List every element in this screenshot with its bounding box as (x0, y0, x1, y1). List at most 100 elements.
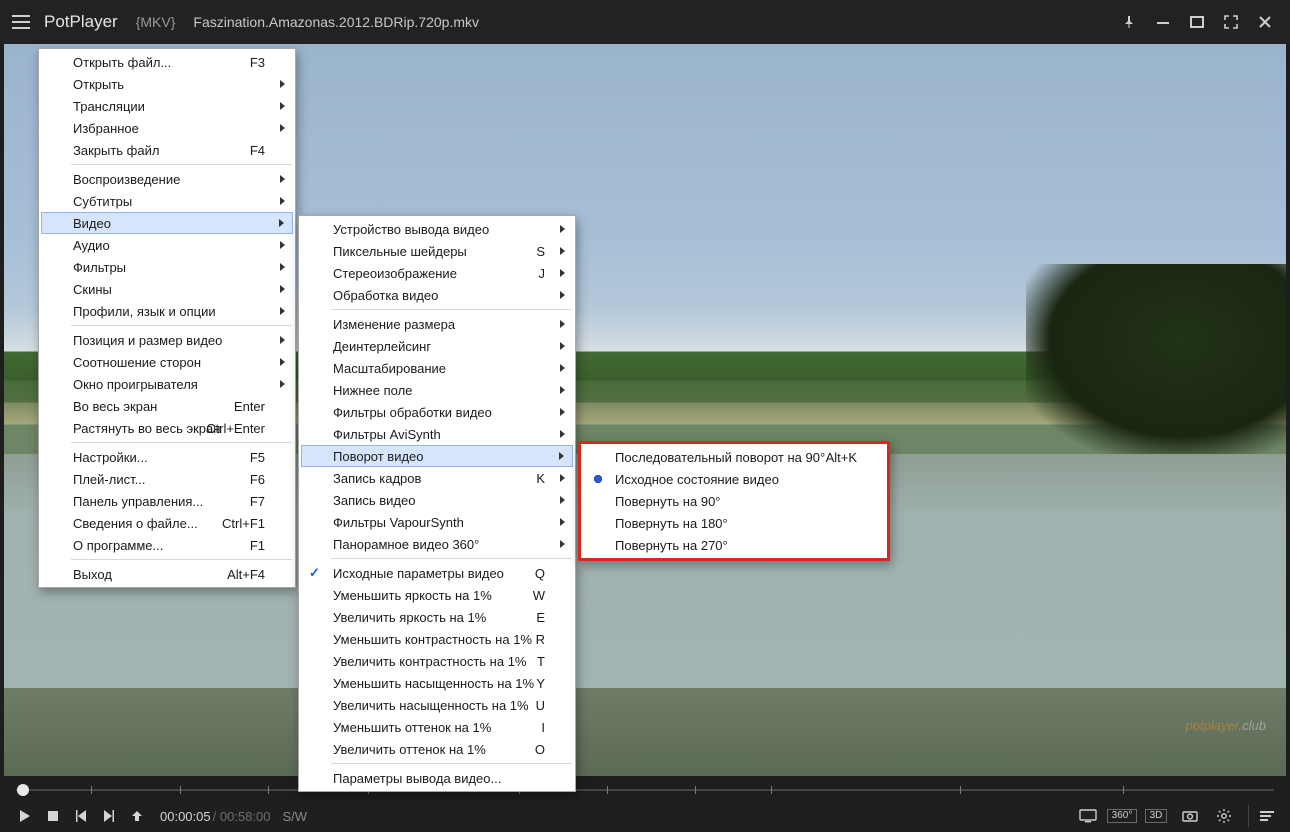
menu-item[interactable]: Открыть файл...F3 (41, 51, 293, 73)
menu-item[interactable]: Аудио (41, 234, 293, 256)
screen-icon[interactable] (1074, 805, 1102, 827)
menu-item[interactable]: Запись видео (301, 489, 573, 511)
open-button[interactable] (126, 805, 148, 827)
menu-item[interactable]: Устройство вывода видео (301, 218, 573, 240)
menu-item[interactable]: Трансляции (41, 95, 293, 117)
menu-shortcut: R (536, 632, 545, 647)
menu-item[interactable]: Плей-лист...F6 (41, 468, 293, 490)
menu-item[interactable]: Уменьшить насыщенность на 1%Y (301, 672, 573, 694)
menu-item[interactable]: Увеличить яркость на 1%E (301, 606, 573, 628)
menu-item[interactable]: Закрыть файлF4 (41, 139, 293, 161)
menu-item[interactable]: Пиксельные шейдерыS (301, 240, 573, 262)
menu-item[interactable]: Повернуть на 90° (583, 490, 885, 512)
menu-item[interactable]: Воспроизведение (41, 168, 293, 190)
menu-item[interactable]: Фильтры обработки видео (301, 401, 573, 423)
menu-item-label: Видео (73, 216, 111, 231)
prev-button[interactable] (70, 805, 92, 827)
menu-item[interactable]: Окно проигрывателя (41, 373, 293, 395)
menu-item[interactable]: Уменьшить контрастность на 1%R (301, 628, 573, 650)
pin-icon[interactable] (1116, 9, 1142, 35)
menu-item[interactable]: Поворот видео (301, 445, 573, 467)
submenu-arrow-icon (560, 269, 565, 277)
menu-item-label: Уменьшить насыщенность на 1% (333, 676, 534, 691)
menu-item[interactable]: О программе... F1 (41, 534, 293, 556)
menu-item-label: Параметры вывода видео... (333, 771, 501, 786)
control-bar: 00:00:05 / 00:58:00 S/W 360° 3D (4, 800, 1286, 832)
seek-bar[interactable] (4, 780, 1286, 800)
menu-item[interactable]: Профили, язык и опции (41, 300, 293, 322)
menu-item[interactable]: Повернуть на 180° (583, 512, 885, 534)
menu-item[interactable]: Фильтры (41, 256, 293, 278)
menu-item[interactable]: Фильтры AviSynth (301, 423, 573, 445)
menu-item[interactable]: Соотношение сторон (41, 351, 293, 373)
menu-item-label: Закрыть файл (73, 143, 159, 158)
menu-separator (331, 558, 572, 559)
menu-item-label: Во весь экран (73, 399, 157, 414)
menu-item[interactable]: Открыть (41, 73, 293, 95)
menu-item[interactable]: Деинтерлейсинг (301, 335, 573, 357)
menu-item-label: Скины (73, 282, 112, 297)
menu-item[interactable]: СтереоизображениеJ (301, 262, 573, 284)
menu-item[interactable]: Уменьшить яркость на 1%W (301, 584, 573, 606)
menu-shortcut: F3 (250, 55, 265, 70)
menu-item-label: О программе... (73, 538, 163, 553)
menu-item-label: Фильтры (73, 260, 126, 275)
menu-item[interactable]: ВыходAlt+F4 (41, 563, 293, 585)
menu-item[interactable]: Параметры вывода видео... (301, 767, 573, 789)
play-button[interactable] (14, 805, 36, 827)
submenu-arrow-icon (280, 80, 285, 88)
menu-item[interactable]: Панель управления...F7 (41, 490, 293, 512)
menu-item[interactable]: Увеличить контрастность на 1%T (301, 650, 573, 672)
menu-item[interactable]: Субтитры (41, 190, 293, 212)
menu-item[interactable]: Видео (41, 212, 293, 234)
submenu-arrow-icon (280, 380, 285, 388)
menu-item[interactable]: Растянуть во весь экранCtrl+Enter (41, 417, 293, 439)
seek-track[interactable] (16, 789, 1274, 791)
submenu-arrow-icon (560, 247, 565, 255)
minimize-icon[interactable] (1150, 9, 1176, 35)
menu-item[interactable]: ✓Исходные параметры видеоQ (301, 562, 573, 584)
menu-item[interactable]: Последовательный поворот на 90°Alt+K (583, 446, 885, 468)
menu-item[interactable]: Панорамное видео 360° (301, 533, 573, 555)
menu-item[interactable]: Обработка видео (301, 284, 573, 306)
next-button[interactable] (98, 805, 120, 827)
menu-item[interactable]: Скины (41, 278, 293, 300)
vr-360-button[interactable]: 360° (1108, 805, 1136, 827)
submenu-arrow-icon (280, 197, 285, 205)
stop-button[interactable] (42, 805, 64, 827)
menu-item[interactable]: Запись кадровK (301, 467, 573, 489)
fullscreen-icon[interactable] (1218, 9, 1244, 35)
menu-item[interactable]: Увеличить насыщенность на 1%U (301, 694, 573, 716)
menu-item[interactable]: Фильтры VapourSynth (301, 511, 573, 533)
maximize-icon[interactable] (1184, 9, 1210, 35)
menu-item[interactable]: Сведения о файле...Ctrl+F1 (41, 512, 293, 534)
menu-separator (71, 325, 292, 326)
playlist-icon[interactable] (1248, 805, 1276, 827)
menu-item[interactable]: Повернуть на 270° (583, 534, 885, 556)
menu-item-label: Панель управления... (73, 494, 203, 509)
title-bar: PotPlayer {MKV} Faszination.Amazonas.201… (0, 0, 1290, 44)
seek-knob[interactable] (17, 784, 29, 796)
menu-shortcut: K (536, 471, 545, 486)
menu-item[interactable]: Масштабирование (301, 357, 573, 379)
submenu-arrow-icon (280, 285, 285, 293)
menu-item[interactable]: Позиция и размер видео (41, 329, 293, 351)
menu-item[interactable]: Уменьшить оттенок на 1%I (301, 716, 573, 738)
menu-item[interactable]: Изменение размера (301, 313, 573, 335)
menu-icon[interactable] (12, 15, 30, 29)
menu-item[interactable]: Во весь экранEnter (41, 395, 293, 417)
close-icon[interactable] (1252, 9, 1278, 35)
menu-item-label: Повернуть на 90° (615, 494, 721, 509)
menu-item[interactable]: Увеличить оттенок на 1%O (301, 738, 573, 760)
capture-icon[interactable] (1176, 805, 1204, 827)
submenu-arrow-icon (560, 225, 565, 233)
3d-button[interactable]: 3D (1142, 805, 1170, 827)
context-menu-main: Открыть файл...F3ОткрытьТрансляцииИзбран… (38, 48, 296, 588)
menu-item[interactable]: Исходное состояние видео (583, 468, 885, 490)
menu-shortcut: F1 (250, 538, 265, 553)
settings-icon[interactable] (1210, 805, 1238, 827)
menu-item[interactable]: Нижнее поле (301, 379, 573, 401)
decoder-mode[interactable]: S/W (282, 809, 307, 824)
menu-item[interactable]: Избранное (41, 117, 293, 139)
menu-item[interactable]: Настройки...F5 (41, 446, 293, 468)
